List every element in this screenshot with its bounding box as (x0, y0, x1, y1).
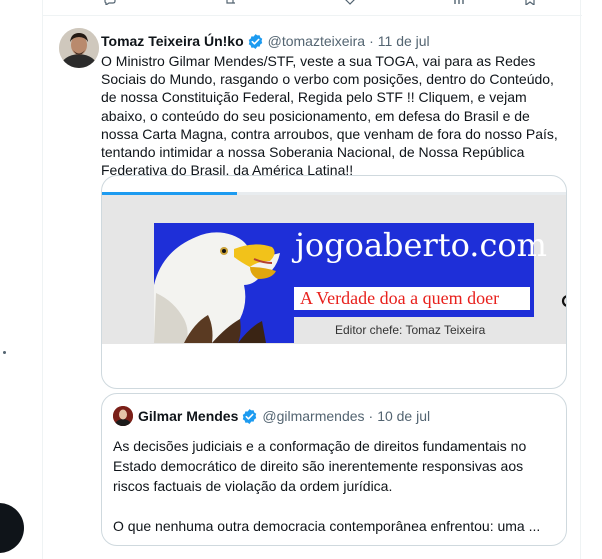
views-icon[interactable] (453, 0, 467, 4)
separator-dot: · (369, 33, 374, 49)
repost-icon[interactable] (223, 0, 237, 4)
timeline-column: Tomaz Teixeira Ún!ko @tomazteixeira · 11… (42, 0, 582, 559)
site-title: jogoaberto.com (295, 226, 547, 264)
previous-tweet-actions (43, 0, 582, 16)
sidebar-fragment (3, 351, 6, 354)
quoted-tweet[interactable]: Gilmar Mendes @gilmarmendes · 10 de jul … (101, 393, 567, 546)
left-gutter (0, 0, 42, 559)
quoted-tweet-header: Gilmar Mendes @gilmarmendes · 10 de jul (138, 406, 430, 426)
site-tagline: A Verdade doa a quem doer (300, 288, 500, 308)
tweet-date[interactable]: 11 de jul (378, 33, 430, 49)
verified-badge-icon (247, 33, 264, 50)
quoted-author-avatar[interactable] (113, 406, 133, 426)
author-avatar[interactable] (59, 28, 99, 68)
author-name[interactable]: Tomaz Teixeira Ún!ko (101, 33, 244, 49)
quoted-author-name[interactable]: Gilmar Mendes (138, 408, 238, 424)
reply-icon[interactable] (103, 0, 117, 7)
verified-badge-icon (241, 408, 258, 425)
account-button[interactable] (0, 503, 24, 553)
separator-dot: · (368, 408, 374, 424)
chevron-right-icon[interactable] (560, 293, 566, 309)
quoted-author-handle[interactable]: @gilmarmendes (262, 408, 364, 424)
quoted-paragraph: O que nenhuma outra democracia contempor… (113, 518, 541, 534)
quoted-tweet-text: As decisões judiciais e a conformação de… (113, 436, 553, 536)
link-preview-media: jogoaberto.com A Verdade doa a quem doer… (102, 195, 566, 344)
tweet-text: O Ministro Gilmar Mendes/STF, veste a su… (101, 53, 558, 179)
like-icon[interactable] (343, 0, 357, 5)
tweet-header: Tomaz Teixeira Ún!ko @tomazteixeira · 11… (101, 31, 571, 51)
link-preview-card[interactable]: jogoaberto.com A Verdade doa a quem doer… (101, 175, 567, 389)
quoted-tweet-date[interactable]: 10 de jul (377, 408, 430, 424)
bookmark-icon[interactable] (523, 0, 537, 7)
site-editor-line: Editor chefe: Tomaz Teixeira (335, 323, 486, 337)
quoted-paragraph: As decisões judiciais e a conformação de… (113, 438, 527, 494)
author-handle[interactable]: @tomazteixeira (268, 33, 365, 49)
